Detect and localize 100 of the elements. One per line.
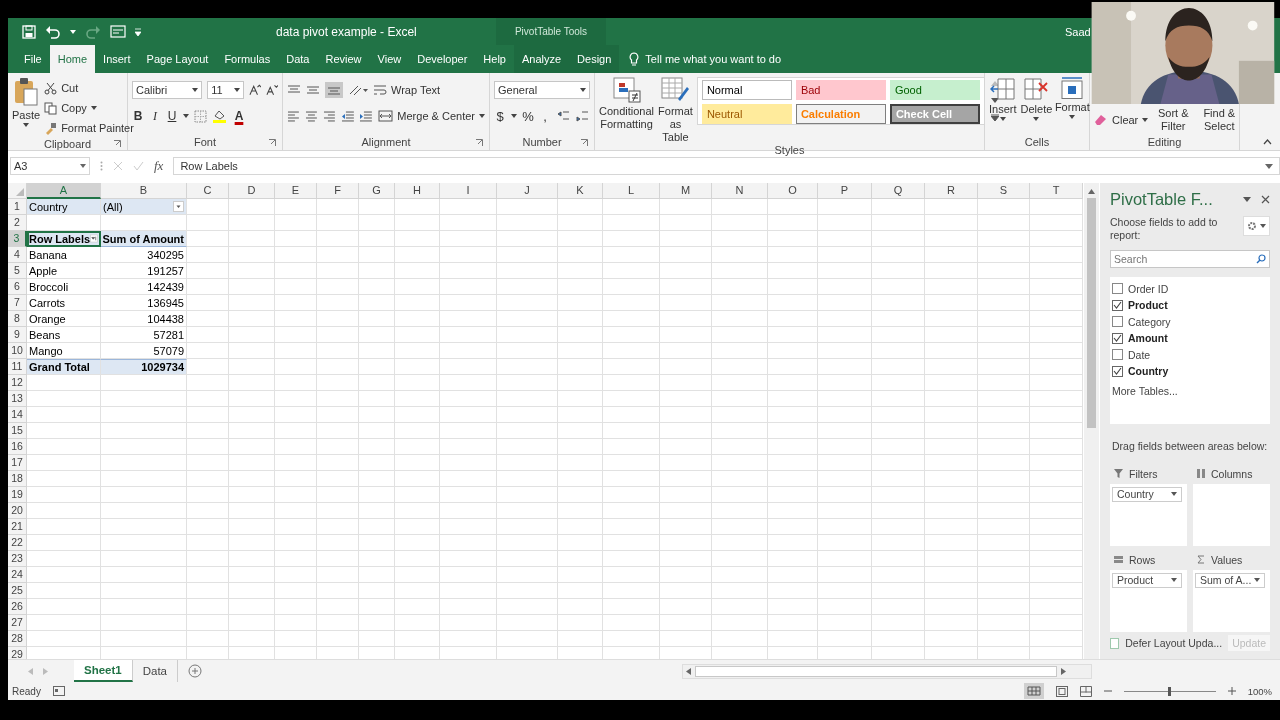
italic-button[interactable]: I — [149, 108, 161, 124]
font-name-field[interactable]: Calibri — [132, 81, 203, 99]
align-left-icon[interactable] — [287, 110, 300, 122]
column-header[interactable]: J — [497, 183, 558, 199]
currency-button[interactable]: $ — [494, 108, 506, 124]
row-header[interactable]: 25 — [8, 583, 27, 599]
row-header[interactable]: 21 — [8, 519, 27, 535]
ribbon-tab[interactable]: Home — [49, 45, 96, 73]
column-header[interactable]: E — [275, 183, 317, 199]
number-format-field[interactable]: General — [494, 81, 590, 99]
ribbon-tab[interactable]: Help — [475, 45, 514, 73]
horizontal-scrollbar[interactable] — [682, 663, 1092, 679]
cell-style-option[interactable]: Bad — [795, 80, 886, 100]
find-select-button[interactable]: Find & Select — [1198, 107, 1241, 133]
row-header[interactable]: 24 — [8, 567, 27, 583]
row-header[interactable]: 18 — [8, 471, 27, 487]
scroll-right-icon[interactable] — [1061, 667, 1066, 675]
zoom-out-icon[interactable] — [1103, 687, 1112, 695]
row-header[interactable]: 13 — [8, 391, 27, 407]
area-box[interactable]: Country — [1110, 483, 1187, 546]
shrink-font-icon[interactable] — [265, 84, 278, 96]
field-label[interactable]: Country — [1128, 365, 1169, 378]
filter-dropdown-icon[interactable] — [173, 201, 184, 212]
decrease-decimal-icon[interactable] — [575, 110, 589, 122]
row-header[interactable]: 10 — [8, 343, 27, 359]
sort-filter-button[interactable]: Sort & Filter — [1152, 107, 1195, 133]
column-header[interactable]: K — [558, 183, 603, 199]
insert-function-button[interactable]: fx — [154, 158, 164, 174]
expand-icon[interactable] — [1265, 163, 1273, 169]
format-painter-button[interactable]: Format Painter — [44, 119, 134, 137]
fill-color-icon[interactable] — [212, 109, 228, 123]
cells-button[interactable]: Delete — [1020, 77, 1053, 134]
scroll-up-icon[interactable] — [1088, 189, 1095, 194]
defer-label[interactable]: Defer Layout Upda... — [1125, 637, 1223, 650]
row-header[interactable]: 29 — [8, 647, 27, 659]
cell-style-option[interactable]: Normal — [701, 80, 792, 100]
zoom-in-icon[interactable] — [1227, 687, 1236, 695]
scroll-thumb[interactable] — [695, 665, 1057, 677]
row-header[interactable]: 19 — [8, 487, 27, 503]
ribbon-tab[interactable]: Developer — [409, 45, 476, 73]
field-label[interactable]: Date — [1128, 348, 1151, 361]
dialog-launcher-icon[interactable] — [581, 138, 588, 146]
column-header[interactable]: Q — [872, 183, 925, 199]
macro-record-icon[interactable] — [52, 686, 65, 696]
column-header[interactable]: I — [440, 183, 497, 199]
row-header[interactable]: 7 — [8, 295, 27, 311]
ribbon-tab[interactable]: Analyze — [513, 45, 570, 73]
row-header[interactable]: 3 — [8, 231, 27, 247]
column-header[interactable]: O — [768, 183, 818, 199]
form-icon[interactable] — [110, 25, 126, 38]
wrap-text-button[interactable]: Wrap Text — [373, 81, 441, 99]
more-icon[interactable] — [990, 114, 999, 121]
save-icon[interactable] — [22, 24, 36, 39]
customize-icon[interactable] — [135, 27, 141, 36]
caret-icon[interactable] — [183, 114, 189, 118]
field-label[interactable]: Order ID — [1128, 282, 1169, 295]
align-center-icon[interactable] — [304, 110, 318, 122]
row-header[interactable]: 26 — [8, 599, 27, 615]
row-header[interactable]: 28 — [8, 631, 27, 647]
cell-style-option[interactable]: Neutral — [701, 104, 792, 124]
column-header[interactable]: G — [359, 183, 395, 199]
search-field[interactable]: Search — [1110, 249, 1270, 268]
row-header[interactable]: 16 — [8, 439, 27, 455]
row-header[interactable]: 22 — [8, 535, 27, 551]
dialog-launcher-icon[interactable] — [269, 138, 276, 146]
caret-icon[interactable] — [1243, 197, 1251, 203]
bold-button[interactable]: B — [132, 109, 144, 123]
column-header[interactable]: L — [603, 183, 660, 199]
area-box[interactable]: Sum of A... — [1193, 569, 1270, 632]
align-top-icon[interactable] — [287, 84, 301, 96]
row-header[interactable]: 4 — [8, 247, 27, 263]
checkbox[interactable] — [1112, 349, 1123, 361]
cell-style-option[interactable]: Good — [889, 80, 980, 100]
ribbon-tab[interactable]: Data — [278, 45, 318, 73]
caret-icon[interactable] — [70, 29, 76, 34]
sort-filter-icon[interactable] — [90, 233, 98, 244]
field-label[interactable]: Product — [1128, 299, 1168, 312]
row-header[interactable]: 17 — [8, 455, 27, 471]
row-header[interactable]: 5 — [8, 263, 27, 279]
add-sheet-icon[interactable] — [188, 664, 202, 678]
percent-button[interactable]: % — [522, 108, 534, 124]
increase-decimal-icon[interactable] — [556, 110, 570, 122]
formula-field[interactable]: Row Labels — [173, 157, 1280, 175]
area-field[interactable]: Product — [1112, 572, 1182, 588]
increase-indent-icon[interactable] — [359, 110, 374, 122]
borders-icon[interactable] — [194, 109, 207, 123]
align-middle-icon[interactable] — [306, 84, 320, 96]
row-header[interactable]: 20 — [8, 503, 27, 519]
format-as-table-button[interactable]: Format as Table — [658, 77, 693, 144]
column-header[interactable]: A — [27, 183, 101, 199]
collapse-ribbon-icon[interactable] — [1263, 139, 1272, 145]
column-header[interactable]: N — [712, 183, 768, 199]
cells-button[interactable]: Format — [1056, 77, 1089, 134]
row-header[interactable]: 1 — [8, 199, 27, 215]
redo-icon[interactable] — [85, 24, 101, 39]
grow-font-icon[interactable] — [248, 84, 261, 96]
column-header[interactable]: S — [978, 183, 1030, 199]
row-header[interactable]: 15 — [8, 423, 27, 439]
area-box[interactable]: Product — [1110, 569, 1187, 632]
zoom-thumb[interactable] — [1168, 686, 1172, 696]
